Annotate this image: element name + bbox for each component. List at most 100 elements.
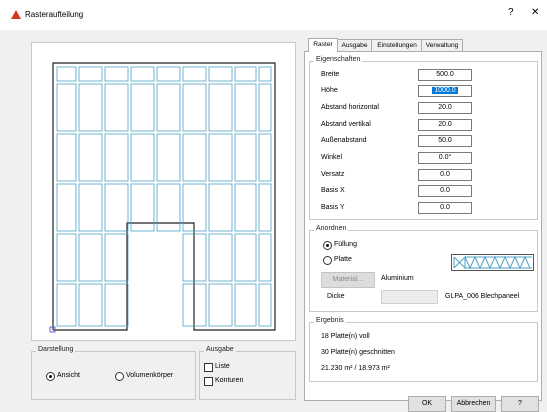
ergebnis-line-1: 18 Platte(n) voll xyxy=(321,333,370,340)
wall-outline xyxy=(52,62,276,331)
panel-cell xyxy=(234,233,257,282)
versatz-label: Versatz xyxy=(321,171,345,178)
ergebnis-line-3: 21.230 m² / 18.973 m² xyxy=(321,365,390,372)
darstellung-group: Darstellung Ansicht Volumenkörper xyxy=(31,346,196,400)
ok-button[interactable]: OK xyxy=(408,396,446,412)
grid-preview-canvas xyxy=(49,62,276,333)
panel-cell xyxy=(104,183,129,232)
panel-cell xyxy=(104,133,129,182)
help-title-button[interactable]: ? xyxy=(508,7,514,18)
ausgabe-legend: Ausgabe xyxy=(204,346,236,353)
panel-cell xyxy=(56,133,77,182)
hoehe-input-value: 1000.0 xyxy=(432,87,458,94)
material-value: Aluminium xyxy=(381,275,414,282)
panel-cell xyxy=(104,66,129,82)
panel-cell xyxy=(234,83,257,132)
panel-cell xyxy=(104,83,129,132)
panel-cell xyxy=(56,233,77,282)
panel-cell xyxy=(208,233,233,282)
panel-cell xyxy=(234,183,257,232)
konturen-checkbox[interactable] xyxy=(204,377,213,386)
panel-cell xyxy=(130,83,155,132)
fuellung-label: Füllung xyxy=(334,241,357,248)
abstand-vertikal-input[interactable]: 20.0 xyxy=(418,119,472,131)
window-title: Rasteraufteilung xyxy=(25,10,84,19)
panel-cell xyxy=(258,283,272,327)
abbrechen-button[interactable]: Abbrechen xyxy=(451,396,496,412)
abstand-horizontal-input[interactable]: 20.0 xyxy=(418,102,472,114)
panel-cell xyxy=(208,66,233,82)
panel-cell xyxy=(234,133,257,182)
panel-cell xyxy=(234,283,257,327)
tab-ausgabe[interactable]: Ausgabe xyxy=(336,39,373,51)
panel-cell xyxy=(208,83,233,132)
panel-cell xyxy=(130,183,155,232)
panel-cell xyxy=(234,66,257,82)
panel-cell xyxy=(130,133,155,182)
material-button[interactable]: Material... xyxy=(321,272,375,288)
panel-cell xyxy=(182,66,207,82)
panel-cell xyxy=(258,133,272,182)
platte-radio[interactable] xyxy=(323,256,332,265)
panel-cell xyxy=(78,183,103,232)
ergebnis-legend: Ergebnis xyxy=(314,317,346,324)
aussenabstand-input[interactable]: 50.0 xyxy=(418,135,472,147)
panel-cell xyxy=(130,66,155,82)
panel-cell xyxy=(258,83,272,132)
platte-label: Platte xyxy=(334,256,352,263)
winkel-input[interactable]: 0.0° xyxy=(418,152,472,164)
liste-checkbox[interactable] xyxy=(204,363,213,372)
dicke-input[interactable] xyxy=(381,290,438,304)
panel-cell xyxy=(104,283,129,327)
hoehe-label: Höhe xyxy=(321,87,338,94)
basis-y-input[interactable]: 0.0 xyxy=(418,202,472,214)
panel-cell xyxy=(78,133,103,182)
panel-cell xyxy=(104,233,129,282)
panel-cell xyxy=(208,133,233,182)
breite-input[interactable]: 500.0 xyxy=(418,69,472,81)
zigzag-pattern-icon xyxy=(453,255,532,270)
panel-cell xyxy=(208,183,233,232)
fuellung-radio[interactable] xyxy=(323,241,332,250)
panel-cell xyxy=(182,83,207,132)
ausgabe-group: Ausgabe Liste Konturen xyxy=(199,346,296,400)
breite-label: Breite xyxy=(321,71,340,78)
basis-x-input[interactable]: 0.0 xyxy=(418,185,472,197)
volumenkoerper-label: Volumenkörper xyxy=(126,372,174,379)
panel-cell xyxy=(156,133,181,182)
anordnen-legend: Anordnen xyxy=(314,225,349,232)
basis-y-label: Basis Y xyxy=(321,204,345,211)
panel-cell xyxy=(182,133,207,182)
panel-cell xyxy=(156,83,181,132)
basis-x-label: Basis X xyxy=(321,187,345,194)
app-logo-icon xyxy=(11,10,21,19)
hoehe-input[interactable]: 1000.0 xyxy=(418,85,472,97)
panel-cell xyxy=(56,183,77,232)
liste-label: Liste xyxy=(215,363,230,370)
close-icon[interactable]: ✕ xyxy=(531,7,539,18)
abstand-vertikal-label: Abstand vertikal xyxy=(321,121,371,128)
help-button[interactable]: ? xyxy=(501,396,539,412)
ergebnis-line-2: 30 Platte(n) geschnitten xyxy=(321,349,395,356)
panel-cell xyxy=(56,66,77,82)
panel-cell xyxy=(258,183,272,232)
panel-cell xyxy=(78,83,103,132)
eigenschaften-legend: Eigenschaften xyxy=(314,56,363,63)
versatz-input[interactable]: 0.0 xyxy=(418,169,472,181)
panel-cell xyxy=(78,233,103,282)
konturen-label: Konturen xyxy=(215,377,244,384)
aussenabstand-label: Außenabstand xyxy=(321,137,367,144)
tab-einstellungen[interactable]: Einstellungen xyxy=(371,39,423,51)
panel-cell xyxy=(156,183,181,232)
volumenkoerper-radio[interactable] xyxy=(115,372,124,381)
ansicht-radio[interactable] xyxy=(46,372,55,381)
panel-cell xyxy=(78,283,103,327)
product-name: GLPA_006 Blechpaneel xyxy=(445,293,520,300)
winkel-label: Winkel xyxy=(321,154,343,161)
tab-raster[interactable]: Raster xyxy=(308,38,338,52)
panel-cell xyxy=(56,283,77,327)
tab-verwaltung[interactable]: Verwaltung xyxy=(421,39,463,51)
abstand-horizontal-label: Abstand horizontal xyxy=(321,104,379,111)
grid-preview xyxy=(31,42,296,341)
pattern-swatch[interactable] xyxy=(451,254,534,271)
